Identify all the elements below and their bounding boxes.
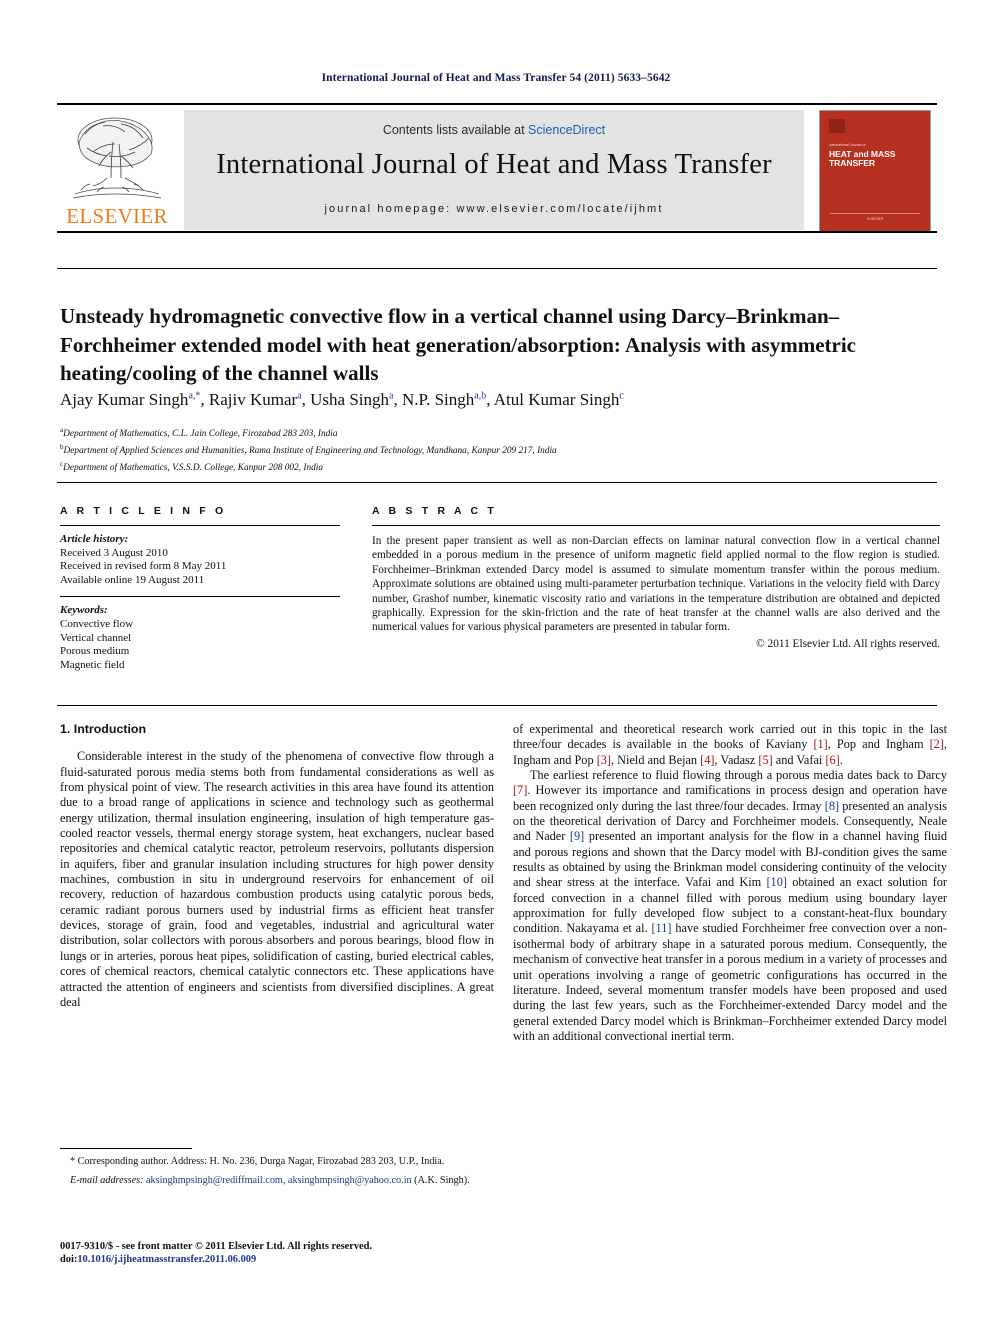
citation-1[interactable]: [1] [813,737,827,751]
paragraph: Considerable interest in the study of th… [60,749,494,1009]
elsevier-wordmark: ELSEVIER [66,204,168,228]
author-name: N.P. Singh [401,390,475,409]
journal-masthead: ELSEVIER Contents lists available at Sci… [57,103,937,233]
affiliation-item: cDepartment of Mathematics, V.S.S.D. Col… [60,458,940,475]
author-item: N.P. Singha,b [402,390,486,409]
elsevier-tree-icon [72,117,162,199]
cover-logo-badge [829,119,845,133]
info-top-rule [57,482,937,483]
citation-8[interactable]: [8] [825,799,839,813]
affiliation-list: aDepartment of Mathematics, C.L. Jain Co… [60,424,940,475]
author-marks: a,* [188,390,201,402]
email-owner: (A.K. Singh). [414,1175,470,1186]
running-head: International Journal of Heat and Mass T… [321,72,671,84]
history-item: Available online 19 August 2011 [60,573,205,586]
article-history-label: Article history: [60,533,129,545]
keyword-item: Vertical channel [60,631,132,644]
citation-4[interactable]: [4] [700,753,714,767]
cover-title-line-2: TRANSFER [829,158,875,169]
history-item: Received in revised form 8 May 2011 [60,560,227,573]
body-column-right: of experimental and theoretical research… [513,722,947,1044]
abstract-rule [372,525,940,526]
paper-page: International Journal of Heat and Mass T… [0,0,992,1323]
keyword-item: Magnetic field [60,658,125,671]
article-history-block: Article history: Received 3 August 2010 … [60,533,340,587]
citation-2[interactable]: [2] [930,737,944,751]
email-label: E-mail addresses: [70,1175,144,1186]
body-column-left: 1. Introduction Considerable interest in… [60,722,494,1010]
journal-homepage-link[interactable]: journal homepage: www.elsevier.com/locat… [184,203,804,215]
article-info-heading: A R T I C L E I N F O [60,505,227,517]
author-name: Ajay Kumar Singh [60,390,189,409]
affiliation-text: Department of Applied Sciences and Human… [63,446,557,457]
imprint-line: 0017-9310/$ - see front matter © 2011 El… [60,1241,373,1252]
elsevier-logo: ELSEVIER [63,112,171,230]
citation-6[interactable]: [6] [825,753,839,767]
author-marks: a [297,390,302,402]
keywords-label: Keywords: [60,604,108,617]
author-list: Ajay Kumar Singha,*, Rajiv Kumara, Usha … [60,390,624,409]
citation-7[interactable]: [7] [513,783,527,797]
citation-10[interactable]: [10] [766,875,787,889]
contents-available-line: Contents lists available at ScienceDirec… [184,123,804,137]
cover-publisher: ELSEVIER [866,217,884,221]
history-item: Received 3 August 2010 [60,546,168,559]
author-item: Usha Singha [310,390,393,409]
email-note: E-mail addresses: aksinghmpsingh@rediffm… [60,1174,494,1187]
article-info-rule [60,525,340,526]
citation-11[interactable]: [11] [651,921,671,935]
affiliation-item: aDepartment of Mathematics, C.L. Jain Co… [60,424,940,441]
page-title: Unsteady hydromagnetic convective flow i… [60,304,857,386]
author-marks: c [619,390,624,402]
journal-title: International Journal of Heat and Mass T… [216,149,772,180]
doi-label: doi: [60,1254,78,1266]
masthead-bottom-rule [57,231,937,233]
citation-3[interactable]: [3] [597,753,611,767]
paragraph: of experimental and theoretical research… [513,722,947,767]
keyword-item: Porous medium [60,645,130,658]
doi-line: doi:10.1016/j.ijheatmasstransfer.2011.06… [60,1253,560,1266]
keywords-block: Keywords: Convective flow Vertical chann… [60,604,340,672]
footnote-rule [60,1148,192,1149]
contents-prefix: Contents lists available at [382,123,529,137]
journal-cover-thumbnail: International Journal of HEAT and MASS T… [819,110,931,232]
imprint-block: 0017-9310/$ - see front matter © 2011 El… [60,1240,560,1267]
section-heading-introduction: 1. Introduction [60,722,147,736]
cover-title: HEAT and MASS TRANSFER [829,149,895,169]
citation-5[interactable]: [5] [758,753,772,767]
author-item: Atul Kumar Singhc [494,390,624,409]
sciencedirect-link[interactable]: ScienceDirect [528,123,605,137]
footnote-block: * Corresponding author. Address: H. No. … [60,1148,494,1187]
title-top-rule [57,268,937,269]
body-top-rule [57,705,937,706]
affiliation-text: Department of Mathematics, C.L. Jain Col… [63,429,338,440]
corresponding-author-note: * Corresponding author. Address: H. No. … [70,1156,445,1167]
cover-overline: International Journal of [829,143,866,147]
keyword-item: Convective flow [60,617,134,630]
abstract-column: A B S T R A C T In the present paper tra… [372,505,940,650]
author-item: Rajiv Kumara [209,390,302,409]
citation-9[interactable]: [9] [570,829,584,843]
author-item: Ajay Kumar Singha,* [60,390,200,409]
paragraph: The earliest reference to fluid flowing … [513,768,948,1043]
keywords-divider [60,596,340,598]
email-addresses[interactable]: aksinghmpsingh@rediffmail.com, aksinghmp… [146,1175,412,1186]
doi-link[interactable]: 10.1016/j.ijheatmasstransfer.2011.06.009 [77,1254,256,1265]
author-marks: a [389,390,394,402]
affiliation-item: bDepartment of Applied Sciences and Huma… [60,441,940,458]
author-marks: a,b [474,390,487,402]
abstract-copyright: © 2011 Elsevier Ltd. All rights reserved… [756,637,940,650]
author-name: Usha Singh [310,390,390,409]
abstract-heading: A B S T R A C T [372,505,497,517]
abstract-text: In the present paper transient as well a… [372,535,940,634]
affiliation-text: Department of Mathematics, V.S.S.D. Coll… [63,463,323,474]
author-name: Atul Kumar Singh [493,390,620,409]
article-info-column: A R T I C L E I N F O Article history: R… [60,505,340,672]
masthead-band: Contents lists available at ScienceDirec… [184,110,804,230]
author-name: Rajiv Kumar [208,390,298,409]
cover-divider [830,213,920,214]
